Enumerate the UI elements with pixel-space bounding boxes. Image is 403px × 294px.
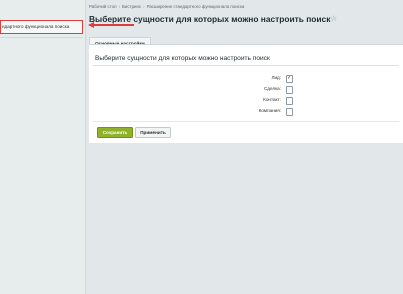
check-icon: ✓ <box>287 75 292 81</box>
sidebar-divider <box>0 37 83 38</box>
footer-divider <box>93 121 399 122</box>
contact-checkbox[interactable] <box>285 97 293 105</box>
save-button[interactable]: Сохранить <box>97 127 133 138</box>
left-sidebar: ндартного функционала поиска <box>0 0 86 294</box>
breadcrumb-separator: › <box>118 4 121 9</box>
deal-checkbox[interactable] <box>285 86 293 94</box>
sidebar-item-label: ндартного функционала поиска <box>2 24 70 29</box>
breadcrumb-item-desktop[interactable]: Рабочий стол <box>89 4 117 9</box>
form-divider <box>93 65 399 66</box>
page-title: Выберите сущности для которых можно наст… <box>89 14 331 24</box>
main-content: Рабочий стол › Бистринс › Расширение стандар… <box>89 0 403 294</box>
tab-bar: Основные настройки <box>89 32 151 49</box>
breadcrumb-item-module[interactable]: Бистринс <box>122 4 141 9</box>
field-row-lead: Лид: ✓ <box>209 74 293 83</box>
settings-panel: Выберите сущности для которых можно наст… <box>89 44 403 143</box>
company-checkbox[interactable] <box>285 108 293 116</box>
field-row-company: Компания: <box>209 107 293 116</box>
field-row-deal: Сделка: <box>209 85 293 94</box>
field-label-company: Компания: <box>258 108 281 113</box>
breadcrumb: Рабочий стол › Бистринс › Расширение стандар… <box>89 4 244 9</box>
field-label-lead: Лид: <box>271 75 281 80</box>
lead-checkbox[interactable]: ✓ <box>285 75 293 83</box>
sidebar-item-search-extension[interactable]: ндартного функционала поиска <box>0 20 83 34</box>
field-row-contact: Контакт: <box>209 96 293 105</box>
apply-button[interactable]: Применить <box>135 127 171 138</box>
star-icon[interactable]: ☆ <box>330 14 337 23</box>
field-label-contact: Контакт: <box>263 97 281 102</box>
breadcrumb-item-current[interactable]: Расширение стандартного функционала поис… <box>147 4 245 9</box>
breadcrumb-separator: › <box>143 4 145 9</box>
form-title: Выберите сущности для которых можно наст… <box>95 55 270 62</box>
field-label-deal: Сделка: <box>263 86 281 91</box>
